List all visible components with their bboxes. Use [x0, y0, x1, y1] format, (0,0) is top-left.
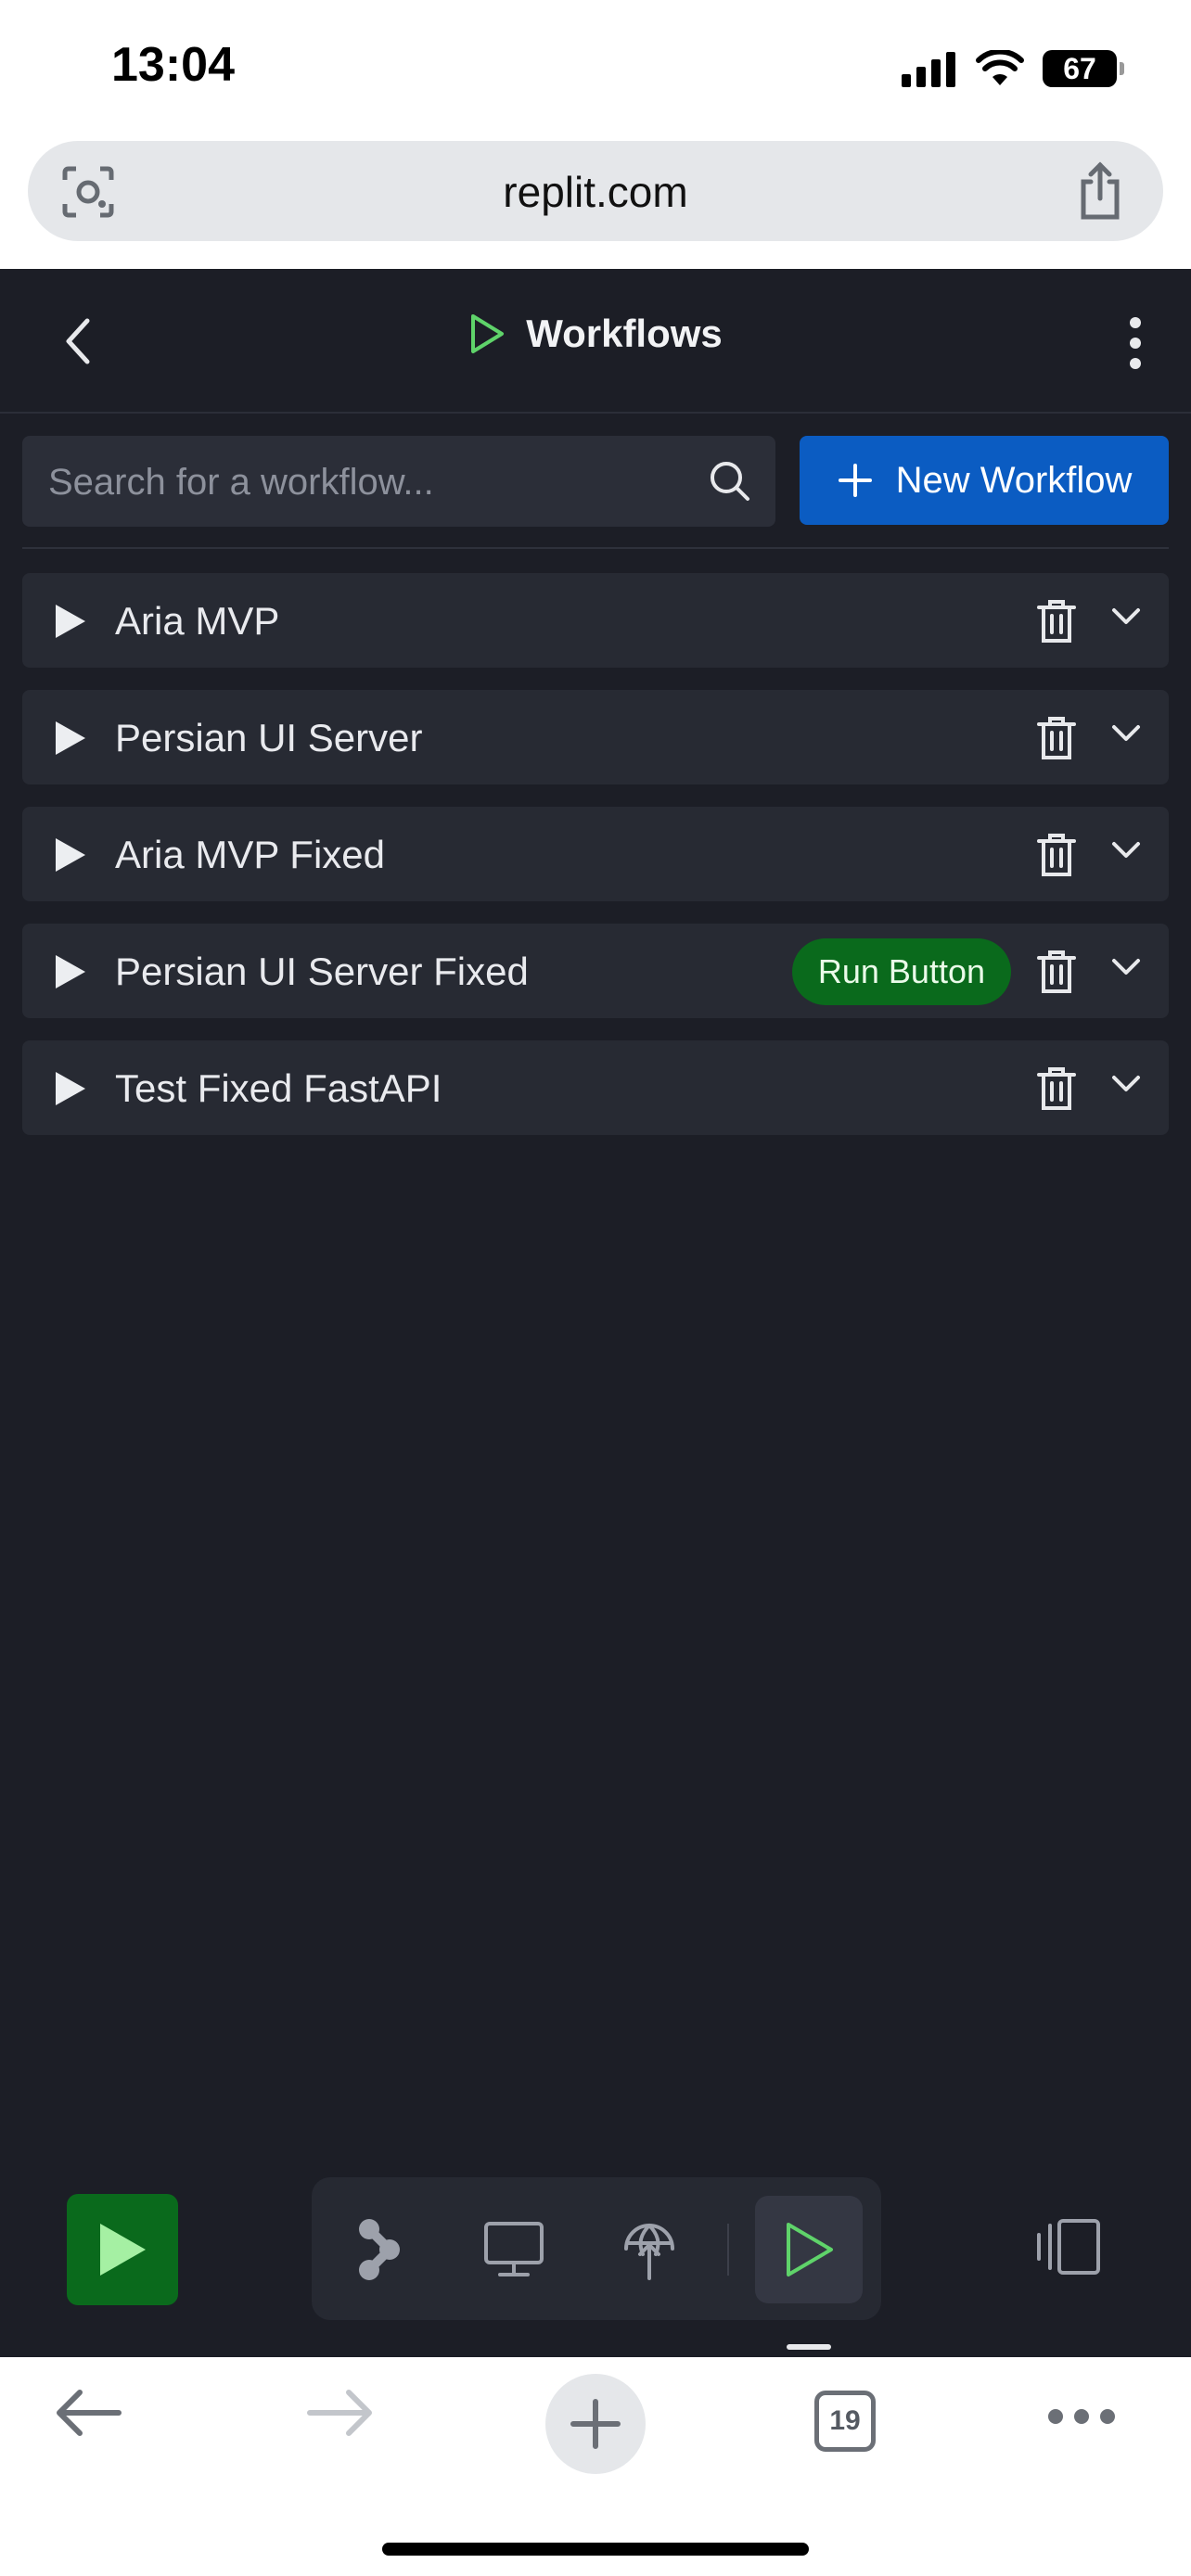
search-box	[22, 436, 775, 529]
search-row: New Workflow	[22, 436, 1169, 529]
url-bar[interactable]: replit.com	[28, 141, 1163, 241]
chevron-down-icon[interactable]	[1111, 957, 1141, 982]
drag-handle[interactable]	[787, 2344, 831, 2350]
share-icon[interactable]	[1074, 161, 1126, 225]
more-vertical-icon[interactable]	[1126, 315, 1145, 376]
wifi-icon	[976, 50, 1024, 85]
tabs-button[interactable]: 19	[814, 2391, 876, 2452]
divider	[22, 547, 1169, 549]
home-indicator	[382, 2543, 809, 2556]
play-outline-icon	[787, 2223, 833, 2276]
url-text: replit.com	[503, 168, 688, 216]
trash-icon[interactable]	[1037, 950, 1076, 999]
tool-preview[interactable]	[460, 2196, 568, 2303]
browser-url-area: replit.com	[0, 139, 1191, 269]
workflow-name: Persian UI Server Fixed	[115, 950, 529, 993]
browser-toolbar: 19	[0, 2357, 1191, 2576]
dot	[1074, 2409, 1089, 2424]
trash-icon[interactable]	[1037, 1066, 1076, 1116]
workflow-row[interactable]: Persian UI Server Fixed Run Button	[22, 924, 1169, 1018]
deploy-globe-icon	[624, 2224, 674, 2280]
workflow-row[interactable]: Persian UI Server	[22, 690, 1169, 784]
workflow-name: Persian UI Server	[115, 716, 423, 759]
tool-deploy[interactable]	[596, 2196, 703, 2303]
workflow-row[interactable]: Aria MVP	[22, 573, 1169, 668]
status-bar: 13:04 67	[0, 0, 1191, 139]
dot	[1100, 2409, 1115, 2424]
play-icon[interactable]	[54, 720, 87, 761]
workflow-name: Test Fixed FastAPI	[115, 1066, 442, 1110]
tool-workflows[interactable]	[755, 2196, 863, 2303]
agent-icon	[359, 2219, 400, 2280]
search-icon[interactable]	[709, 460, 751, 507]
plus-icon	[838, 464, 872, 497]
more-horizontal-icon[interactable]	[1048, 2409, 1115, 2424]
chevron-down-icon[interactable]	[1111, 1074, 1141, 1099]
run-button-badge[interactable]: Run Button	[791, 938, 1011, 1005]
dot	[1048, 2409, 1063, 2424]
page-title: Workflows	[526, 312, 723, 355]
play-icon[interactable]	[54, 836, 87, 878]
status-time: 13:04	[111, 38, 235, 92]
tool-tabs	[312, 2177, 881, 2320]
chevron-down-icon[interactable]	[1111, 840, 1141, 865]
workflow-row[interactable]: Test Fixed FastAPI	[22, 1040, 1169, 1135]
chevron-down-icon[interactable]	[1111, 723, 1141, 748]
workflow-list: Aria MVP Persian UI Server Aria MVP Fixe…	[22, 573, 1169, 1157]
back-arrow-icon[interactable]	[54, 2387, 122, 2443]
new-workflow-label: New Workflow	[895, 459, 1133, 501]
monitor-icon	[484, 2222, 544, 2276]
workflow-name: Aria MVP Fixed	[115, 833, 385, 876]
trash-icon[interactable]	[1037, 599, 1076, 648]
run-button[interactable]	[67, 2194, 178, 2305]
new-tab-button[interactable]	[545, 2374, 646, 2474]
header-title-group: Workflows	[0, 312, 1191, 356]
trash-icon[interactable]	[1037, 716, 1076, 765]
workflow-row[interactable]: Aria MVP Fixed	[22, 807, 1169, 901]
tool-separator	[727, 2224, 729, 2276]
status-icons: 67	[902, 41, 1124, 96]
play-icon[interactable]	[54, 603, 87, 644]
play-outline-icon	[471, 314, 505, 353]
play-icon[interactable]	[54, 953, 87, 995]
split-layout-icon[interactable]	[1031, 2218, 1102, 2280]
workflow-name: Aria MVP	[115, 599, 280, 643]
signal-icon	[902, 52, 955, 87]
app-header: Workflows	[0, 269, 1191, 414]
trash-icon[interactable]	[1037, 833, 1076, 882]
battery-indicator: 67	[1043, 50, 1124, 87]
play-icon[interactable]	[54, 1070, 87, 1112]
chevron-down-icon[interactable]	[1111, 606, 1141, 631]
search-input[interactable]	[46, 436, 699, 529]
tool-agent[interactable]	[325, 2196, 432, 2303]
plus-icon	[570, 2399, 621, 2449]
forward-arrow-icon[interactable]	[306, 2387, 375, 2443]
new-workflow-button[interactable]: New Workflow	[800, 436, 1169, 525]
play-icon	[100, 2224, 146, 2276]
